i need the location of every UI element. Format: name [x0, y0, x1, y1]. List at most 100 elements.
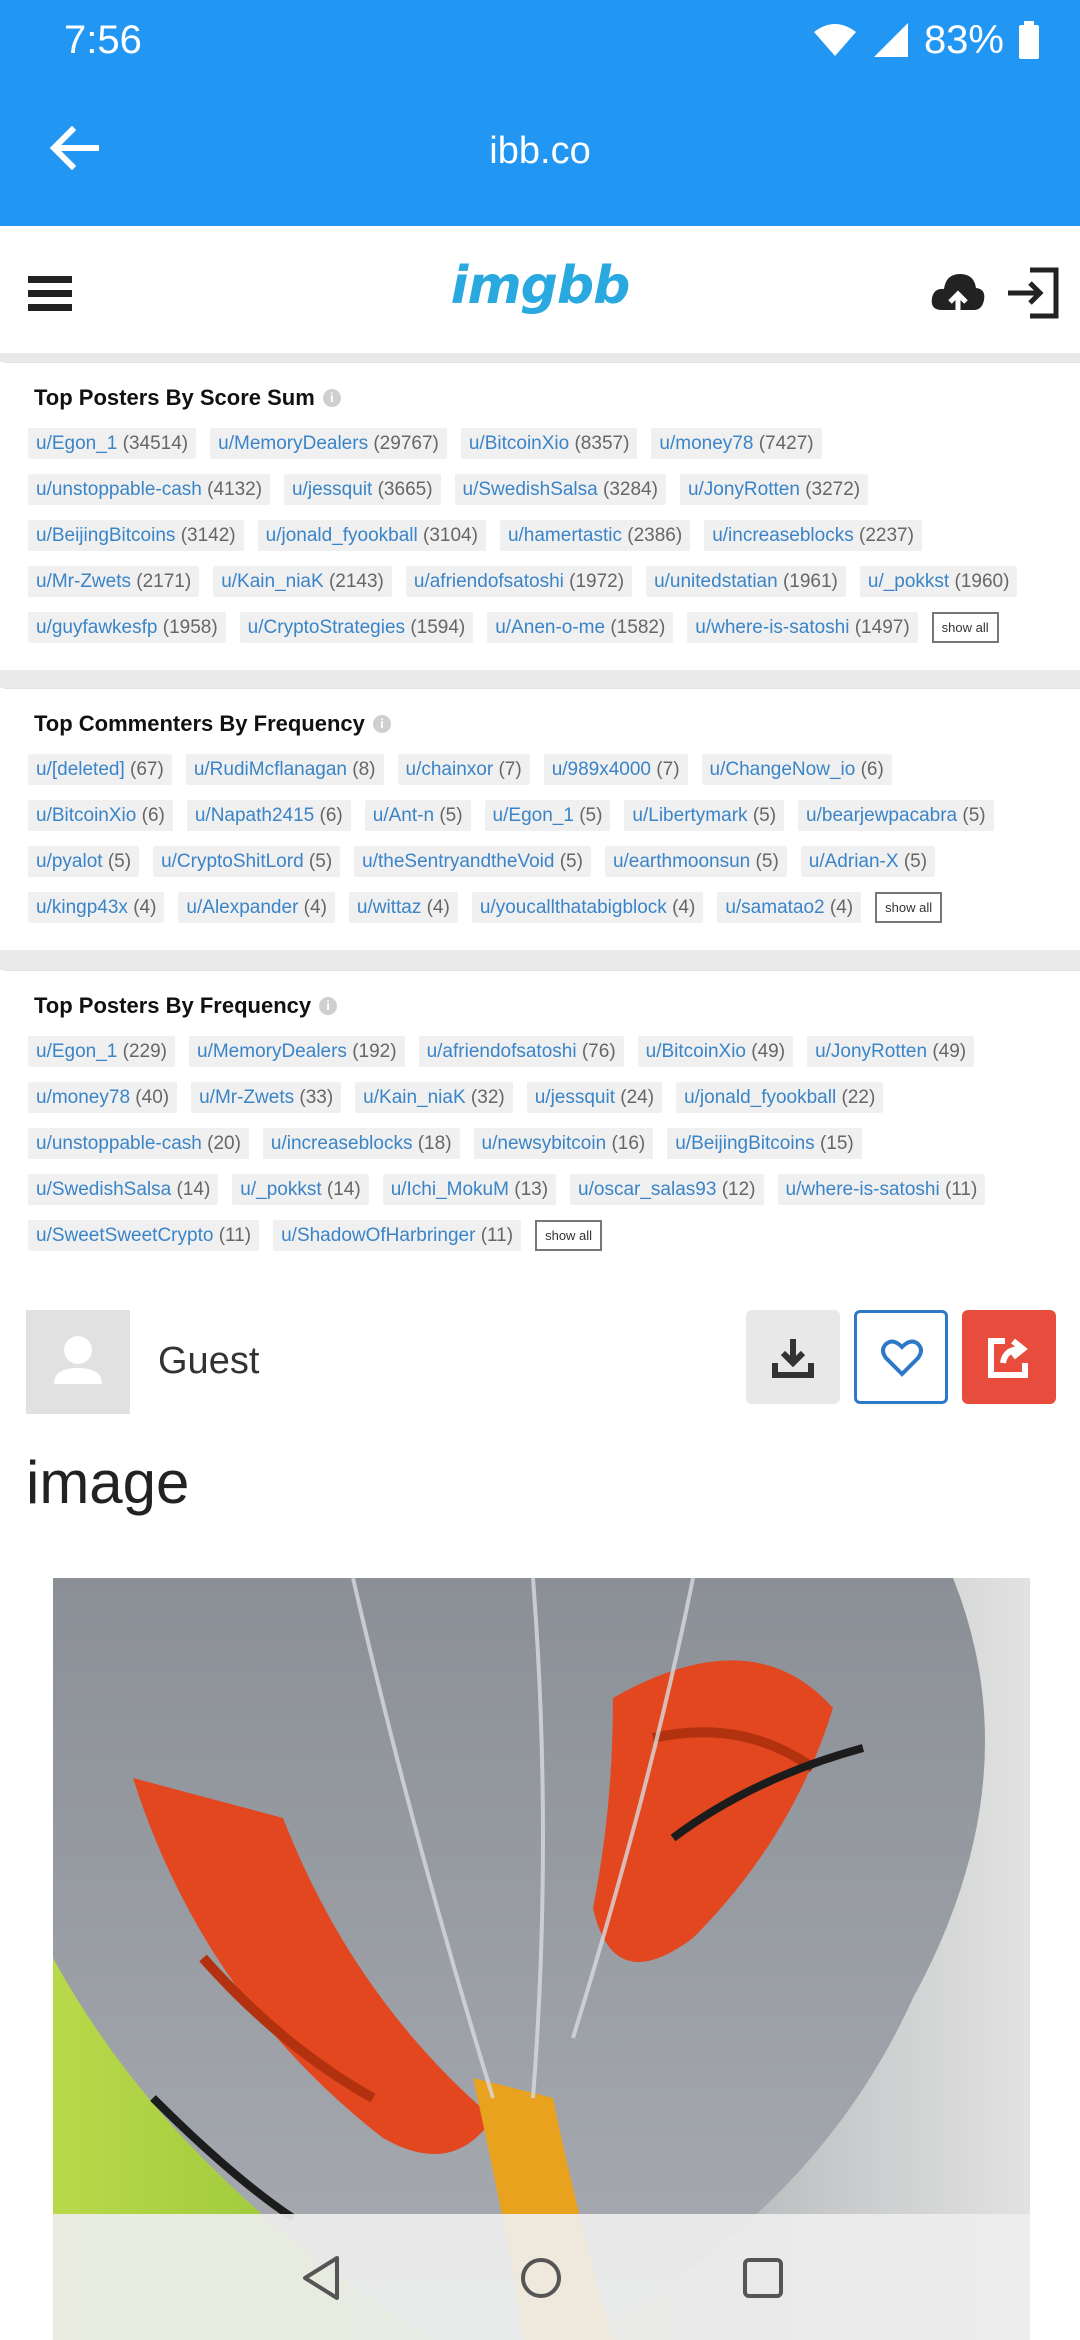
user-chip[interactable]: u/_pokkst (1960) — [859, 566, 1018, 597]
user-chip[interactable]: u/ShadowOfHarbringer (11) — [273, 1220, 522, 1251]
status-icons: 83% — [812, 14, 1040, 66]
user-chip[interactable]: u/youcallthatabigblock (4) — [471, 892, 704, 923]
section-title: Top Posters By Score Sum i — [34, 385, 341, 411]
section-title-text: Top Commenters By Frequency — [34, 711, 365, 736]
show-all-button[interactable]: show all — [931, 612, 999, 643]
user-chip[interactable]: u/unitedstatian (1961) — [646, 566, 846, 597]
user-chip[interactable]: u/BitcoinXio (6) — [28, 800, 173, 831]
share-icon — [988, 1338, 1028, 1378]
user-chip[interactable]: u/newsybitcoin (16) — [473, 1128, 654, 1159]
user-chip[interactable]: u/increaseblocks (2237) — [704, 520, 922, 551]
user-chip[interactable]: u/JonyRotten (3272) — [679, 474, 869, 505]
user-chip[interactable]: u/kingp43x (4) — [28, 892, 165, 923]
sign-in-icon[interactable] — [1006, 266, 1060, 320]
user-chip[interactable]: u/Kain_niaK (2143) — [213, 566, 392, 597]
user-chip[interactable]: u/Anen-o-me (1582) — [487, 612, 674, 643]
chip-row: u/unstoppable-cash (4132) u/jessquit (36… — [28, 474, 1068, 505]
user-chip[interactable]: u/BitcoinXio (8357) — [460, 428, 638, 459]
user-chip[interactable]: u/earthmoonsun (5) — [604, 846, 787, 877]
panel-top-commenters: Top Commenters By Frequency i u/[deleted… — [4, 688, 1080, 950]
user-chip[interactable]: u/Adrian-X (5) — [800, 846, 936, 877]
user-chip[interactable]: u/MemoryDealers (29767) — [210, 428, 447, 459]
section-title-text: Top Posters By Score Sum — [34, 385, 315, 410]
panel-top-posters-score: Top Posters By Score Sum i u/Egon_1 (345… — [4, 362, 1080, 670]
user-chip[interactable]: u/unstoppable-cash (4132) — [28, 474, 271, 505]
user-chip[interactable]: u/wittaz (4) — [348, 892, 458, 923]
user-chip[interactable]: u/SwedishSalsa (3284) — [454, 474, 666, 505]
user-chip[interactable]: u/JonyRotten (49) — [807, 1036, 975, 1067]
section-title: Top Commenters By Frequency i — [34, 711, 391, 737]
user-chip[interactable]: u/Kain_niaK (32) — [355, 1082, 513, 1113]
user-chip[interactable]: u/guyfawkesfp (1958) — [28, 612, 226, 643]
user-chip[interactable]: u/afriendofsatoshi (76) — [418, 1036, 624, 1067]
user-chip[interactable]: u/BeijingBitcoins (3142) — [28, 520, 244, 551]
user-chip[interactable]: u/chainxor (7) — [397, 754, 530, 785]
share-button[interactable] — [962, 1310, 1056, 1404]
user-chip[interactable]: u/bearjewpacabra (5) — [798, 800, 994, 831]
info-icon[interactable]: i — [372, 715, 391, 733]
user-chip[interactable]: u/CryptoShitLord (5) — [153, 846, 341, 877]
info-icon[interactable]: i — [319, 997, 338, 1015]
user-chip[interactable]: u/BeijingBitcoins (15) — [667, 1128, 862, 1159]
user-chip[interactable]: u/MemoryDealers (192) — [189, 1036, 405, 1067]
user-chip[interactable]: u/Egon_1 (34514) — [28, 428, 197, 459]
show-all-button[interactable]: show all — [535, 1220, 603, 1251]
nav-back-icon[interactable] — [293, 2250, 349, 2306]
user-chip[interactable]: u/afriendofsatoshi (1972) — [405, 566, 633, 597]
user-chip[interactable]: u/samatao2 (4) — [717, 892, 862, 923]
user-chip[interactable]: u/theSentryandtheVoid (5) — [354, 846, 591, 877]
user-chip[interactable]: u/hamertastic (2386) — [499, 520, 691, 551]
chip-row: u/Mr-Zwets (2171) u/Kain_niaK (2143) u/a… — [28, 566, 1068, 597]
user-chip[interactable]: u/Ichi_MokuM (13) — [382, 1174, 557, 1205]
chip-row: u/Egon_1 (34514) u/MemoryDealers (29767)… — [28, 428, 1068, 459]
user-chip[interactable]: u/Ant-n (5) — [364, 800, 471, 831]
user-chip[interactable]: u/jessquit (3665) — [284, 474, 441, 505]
panel-top-posters-frequency: Top Posters By Frequency i u/Egon_1 (229… — [4, 970, 1080, 1282]
user-chip[interactable]: u/Libertymark (5) — [624, 800, 785, 831]
user-chip[interactable]: u/increaseblocks (18) — [262, 1128, 460, 1159]
user-chip[interactable]: u/_pokkst (14) — [232, 1174, 369, 1205]
system-nav-bar — [53, 2214, 1030, 2340]
user-chip[interactable]: u/jonald_fyookball (3104) — [257, 520, 486, 551]
user-chip[interactable]: u/where-is-satoshi (11) — [777, 1174, 986, 1205]
nav-recents-icon[interactable] — [735, 2250, 791, 2306]
user-chip[interactable]: u/RudiMcflanagan (8) — [185, 754, 384, 785]
user-chip[interactable]: u/Alexpander (4) — [178, 892, 335, 923]
user-chip[interactable]: u/ChangeNow_io (6) — [701, 754, 892, 785]
user-chip[interactable]: u/SweetSweetCrypto (11) — [28, 1220, 260, 1251]
user-chip[interactable]: u/jonald_fyookball (22) — [676, 1082, 884, 1113]
user-chip[interactable]: u/jessquit (24) — [526, 1082, 663, 1113]
user-chip[interactable]: u/989x4000 (7) — [543, 754, 688, 785]
user-chip[interactable]: u/oscar_salas93 (12) — [570, 1174, 764, 1205]
user-chip[interactable]: u/Napath2415 (6) — [186, 800, 351, 831]
chip-row: u/pyalot (5) u/CryptoShitLord (5) u/theS… — [28, 846, 1068, 877]
user-chip[interactable]: u/unstoppable-cash (20) — [28, 1128, 249, 1159]
heart-icon — [881, 1339, 923, 1377]
app-bar-title: ibb.co — [489, 130, 591, 172]
user-chip[interactable]: u/money78 (7427) — [651, 428, 822, 459]
user-chip[interactable]: u/Egon_1 (5) — [484, 800, 611, 831]
user-chip[interactable]: u/money78 (40) — [28, 1082, 178, 1113]
uploader-name[interactable]: Guest — [158, 1340, 259, 1383]
download-icon — [772, 1339, 814, 1378]
chip-row: u/guyfawkesfp (1958) u/CryptoStrategies … — [28, 612, 1068, 643]
user-chip[interactable]: u/SwedishSalsa (14) — [28, 1174, 219, 1205]
user-chip[interactable]: u/Egon_1 (229) — [28, 1036, 175, 1067]
user-chip[interactable]: u/Mr-Zwets (33) — [191, 1082, 342, 1113]
like-button[interactable] — [854, 1310, 948, 1404]
uploader-bar: Guest — [0, 1282, 1080, 1414]
user-chip[interactable]: u/where-is-satoshi (1497) — [687, 612, 918, 643]
cloud-upload-icon[interactable] — [930, 268, 986, 320]
user-chip[interactable]: u/[deleted] (67) — [28, 754, 172, 785]
site-logo[interactable]: imgbb — [0, 256, 1080, 316]
download-button[interactable] — [746, 1310, 840, 1404]
user-chip[interactable]: u/Mr-Zwets (2171) — [28, 566, 200, 597]
user-chip[interactable]: u/CryptoStrategies (1594) — [239, 612, 474, 643]
user-chip[interactable]: u/BitcoinXio (49) — [637, 1036, 794, 1067]
avatar[interactable] — [26, 1310, 130, 1414]
show-all-button[interactable]: show all — [875, 892, 943, 923]
status-bar: 7:56 83% — [0, 0, 1080, 80]
info-icon[interactable]: i — [322, 389, 341, 407]
nav-home-icon[interactable] — [513, 2250, 569, 2306]
user-chip[interactable]: u/pyalot (5) — [28, 846, 140, 877]
